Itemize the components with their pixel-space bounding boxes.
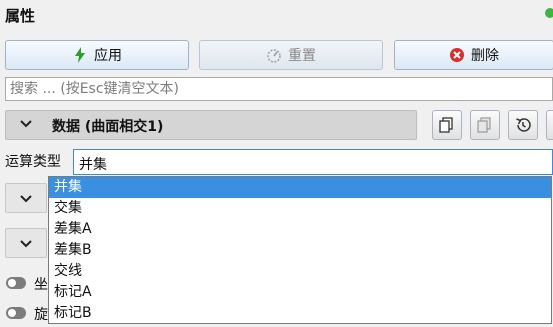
- data-section-header[interactable]: 数据 (曲面相交1): [5, 110, 417, 140]
- reset-button[interactable]: 重置: [199, 40, 383, 70]
- dropdown-option-mark-b[interactable]: 标记B: [49, 303, 551, 324]
- operation-dropdown-list: 并集 交集 差集A 差集B 交线 标记A 标记B: [48, 176, 552, 324]
- dropdown-option-difference-a[interactable]: 差集A: [49, 219, 551, 240]
- search-field[interactable]: [5, 77, 553, 101]
- paste-icon: [477, 117, 491, 133]
- operation-select[interactable]: 并集: [73, 149, 553, 175]
- operation-label: 运算类型: [5, 154, 61, 170]
- operation-value: 并集: [79, 157, 107, 173]
- dropdown-option-mark-a[interactable]: 标记A: [49, 282, 551, 303]
- status-dot: [545, 8, 553, 18]
- apply-label: 应用: [94, 48, 122, 64]
- search-input[interactable]: [6, 78, 552, 100]
- delete-button[interactable]: 删除: [394, 40, 553, 70]
- chevron-down-icon: [20, 240, 32, 248]
- delete-label: 删除: [471, 48, 499, 64]
- collapsed-group-2[interactable]: [5, 228, 47, 258]
- delete-icon: [450, 48, 464, 62]
- dropdown-option-intersection-line[interactable]: 交线: [49, 261, 551, 282]
- dropdown-option-union[interactable]: 并集: [49, 177, 551, 198]
- toggle-label: 旋: [34, 307, 48, 323]
- lightning-icon: [75, 47, 85, 63]
- paste-button[interactable]: [470, 110, 500, 140]
- dropdown-option-difference-b[interactable]: 差集B: [49, 240, 551, 261]
- toggle-switch[interactable]: [6, 307, 26, 319]
- apply-button[interactable]: 应用: [5, 40, 189, 70]
- toggle-label: 坐: [34, 277, 48, 293]
- dropdown-option-intersection[interactable]: 交集: [49, 198, 551, 219]
- panel-title: 属性: [5, 7, 36, 25]
- history-button[interactable]: [508, 110, 538, 140]
- section-title: 数据 (曲面相交1): [52, 119, 164, 135]
- reset-gauge-icon: [267, 49, 281, 63]
- copy-button[interactable]: [432, 110, 462, 140]
- panel-header: 属性: [0, 0, 553, 28]
- toggle-switch[interactable]: [6, 277, 26, 289]
- copy-icon: [439, 117, 453, 133]
- more-toolbar-button[interactable]: [546, 110, 553, 140]
- chevron-down-icon: [20, 195, 32, 203]
- collapsed-group-1[interactable]: [5, 183, 47, 213]
- reset-label: 重置: [288, 48, 316, 64]
- history-icon: [516, 118, 531, 132]
- chevron-down-icon: [20, 120, 32, 128]
